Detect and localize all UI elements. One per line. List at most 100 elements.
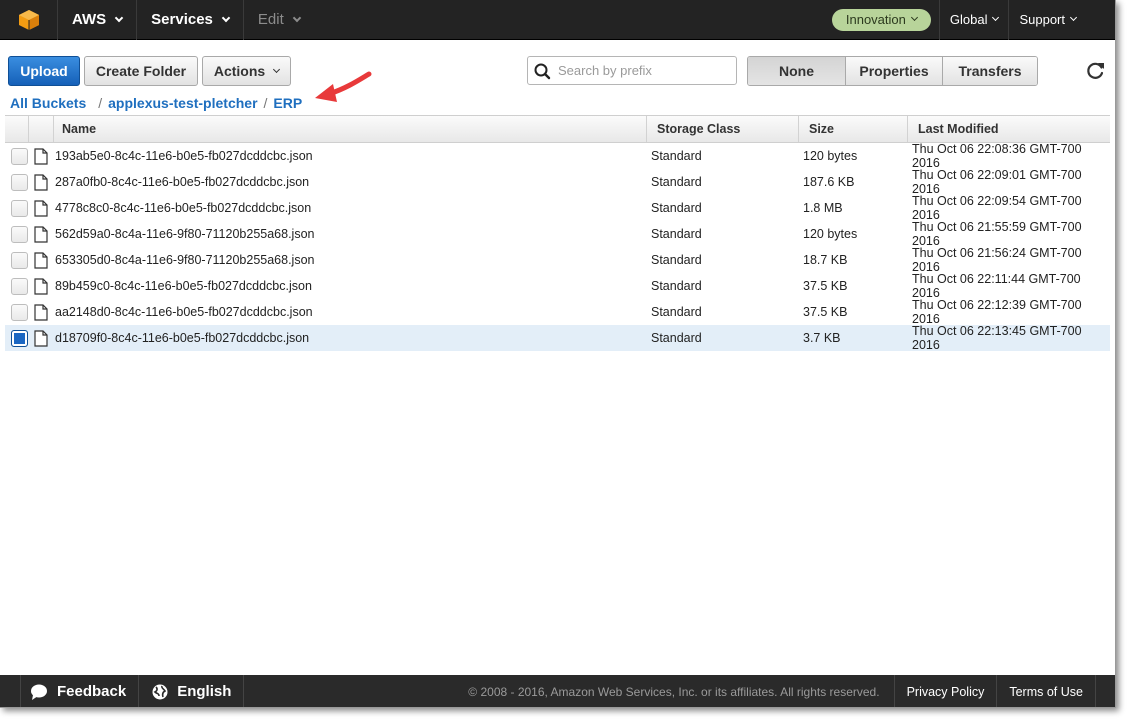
refresh-icon[interactable] [1084, 60, 1106, 82]
table-row[interactable]: 4778c8c0-8c4c-11e6-b0e5-fb027dcddcbc.jso… [5, 194, 1110, 222]
row-checkbox[interactable] [11, 173, 28, 191]
object-size: 18.7 KB [803, 253, 848, 267]
file-icon [33, 199, 48, 217]
storage-class: Standard [651, 227, 702, 241]
services-menu-label: Services [151, 11, 213, 28]
breadcrumb: All Buckets / applexus-test-pletcher / E… [10, 94, 302, 112]
globe-icon [152, 684, 168, 699]
account-label: Innovation [845, 12, 906, 27]
edit-menu[interactable]: Edit [244, 0, 314, 40]
breadcrumb-bucket[interactable]: applexus-test-pletcher [108, 95, 257, 111]
object-name[interactable]: 653305d0-8c4a-11e6-9f80-71120b255a68.jso… [53, 253, 646, 267]
s3-console-window: AWS Services Edit Innovation Global Supp… [0, 0, 1116, 708]
table-row[interactable]: 287a0fb0-8c4c-11e6-b0e5-fb027dcddcbc.jso… [5, 168, 1110, 196]
chevron-down-icon [1069, 13, 1078, 22]
tab-none[interactable]: None [748, 57, 845, 85]
row-checkbox[interactable] [11, 225, 28, 243]
file-icon [33, 147, 48, 165]
last-modified: Thu Oct 06 22:12:39 GMT-700 2016 [912, 298, 1082, 326]
support-menu[interactable]: Support [1008, 0, 1086, 40]
breadcrumb-folder[interactable]: ERP [273, 95, 302, 111]
services-menu[interactable]: Services [137, 0, 244, 40]
tab-properties[interactable]: Properties [845, 57, 942, 85]
storage-class: Standard [651, 201, 702, 215]
annotation-arrow-icon [315, 71, 372, 102]
table-header: Name Storage Class Size Last Modified [5, 115, 1110, 143]
upload-button[interactable]: Upload [8, 56, 80, 86]
chevron-down-icon [114, 13, 124, 22]
table-row[interactable]: 653305d0-8c4a-11e6-9f80-71120b255a68.jso… [5, 246, 1110, 274]
row-checkbox[interactable] [11, 277, 28, 295]
object-name[interactable]: 562d59a0-8c4a-11e6-9f80-71120b255a68.jso… [53, 227, 646, 241]
column-header-name[interactable]: Name [53, 116, 646, 142]
storage-class: Standard [651, 279, 702, 293]
breadcrumb-all-buckets[interactable]: All Buckets [10, 95, 86, 111]
chevron-down-icon [292, 13, 302, 22]
actions-dropdown[interactable]: Actions [202, 56, 291, 86]
create-folder-button[interactable]: Create Folder [84, 56, 198, 86]
table-row[interactable]: 562d59a0-8c4a-11e6-9f80-71120b255a68.jso… [5, 220, 1110, 248]
row-checkbox[interactable] [11, 329, 28, 347]
support-label: Support [1019, 12, 1065, 27]
edit-menu-label: Edit [257, 11, 284, 28]
last-modified: Thu Oct 06 21:55:59 GMT-700 2016 [912, 220, 1082, 248]
object-size: 37.5 KB [803, 279, 848, 293]
row-checkbox[interactable] [11, 147, 28, 165]
object-name[interactable]: 4778c8c0-8c4c-11e6-b0e5-fb027dcddcbc.jso… [53, 201, 646, 215]
table-row[interactable]: aa2148d0-8c4c-11e6-b0e5-fb027dcddcbc.jso… [5, 298, 1110, 326]
row-checkbox[interactable] [11, 303, 28, 321]
objects-table: Name Storage Class Size Last Modified 19… [5, 115, 1110, 352]
feedback-button[interactable]: Feedback [20, 675, 140, 707]
chevron-down-icon [221, 13, 231, 22]
account-menu[interactable]: Innovation [831, 8, 931, 31]
object-name[interactable]: 89b459c0-8c4c-11e6-b0e5-fb027dcddcbc.jso… [53, 279, 646, 293]
tab-transfers[interactable]: Transfers [942, 57, 1037, 85]
object-name[interactable]: d18709f0-8c4c-11e6-b0e5-fb027dcddcbc.jso… [53, 331, 646, 345]
view-tabs: None Properties Transfers [747, 56, 1038, 86]
search-input[interactable] [558, 63, 728, 78]
file-icon [33, 251, 48, 269]
breadcrumb-separator: / [263, 95, 268, 111]
table-body: 193ab5e0-8c4c-11e6-b0e5-fb027dcddcbc.jso… [5, 142, 1110, 352]
object-size: 1.8 MB [803, 201, 843, 215]
row-checkbox[interactable] [11, 251, 28, 269]
object-name[interactable]: 287a0fb0-8c4c-11e6-b0e5-fb027dcddcbc.jso… [53, 175, 646, 189]
storage-class: Standard [651, 149, 702, 163]
file-icon [33, 303, 48, 321]
footer: Feedback English © 2008 - 2016, Amazon W… [0, 675, 1115, 707]
object-size: 3.7 KB [803, 331, 841, 345]
file-icon [33, 173, 48, 191]
column-header-size[interactable]: Size [798, 116, 907, 142]
file-icon [33, 225, 48, 243]
speech-bubble-icon [31, 684, 47, 700]
object-size: 187.6 KB [803, 175, 855, 189]
last-modified: Thu Oct 06 22:08:36 GMT-700 2016 [912, 142, 1082, 170]
storage-class: Standard [651, 175, 702, 189]
search-box[interactable] [527, 56, 737, 85]
column-header-storage-class[interactable]: Storage Class [646, 116, 798, 142]
chevron-down-icon [992, 13, 1000, 22]
language-button[interactable]: English [139, 675, 245, 707]
aws-cube-icon[interactable] [0, 0, 58, 40]
object-name[interactable]: 193ab5e0-8c4c-11e6-b0e5-fb027dcddcbc.jso… [53, 149, 646, 163]
column-header-last-modified[interactable]: Last Modified [907, 116, 1110, 142]
copyright-text: © 2008 - 2016, Amazon Web Services, Inc.… [468, 684, 880, 699]
table-row[interactable]: d18709f0-8c4c-11e6-b0e5-fb027dcddcbc.jso… [5, 324, 1110, 352]
terms-of-use-link[interactable]: Terms of Use [996, 675, 1096, 707]
storage-class: Standard [651, 305, 702, 319]
row-checkbox[interactable] [11, 199, 28, 217]
file-icon [33, 277, 48, 295]
object-size: 37.5 KB [803, 305, 848, 319]
table-row[interactable]: 193ab5e0-8c4c-11e6-b0e5-fb027dcddcbc.jso… [5, 142, 1110, 170]
table-row[interactable]: 89b459c0-8c4c-11e6-b0e5-fb027dcddcbc.jso… [5, 272, 1110, 300]
search-icon [534, 63, 551, 79]
chevron-down-icon [910, 13, 918, 22]
object-name[interactable]: aa2148d0-8c4c-11e6-b0e5-fb027dcddcbc.jso… [53, 305, 646, 319]
privacy-policy-link[interactable]: Privacy Policy [893, 675, 997, 707]
region-menu[interactable]: Global [938, 0, 1009, 40]
aws-menu[interactable]: AWS [58, 0, 138, 40]
feedback-label: Feedback [57, 683, 127, 700]
object-size: 120 bytes [803, 149, 858, 163]
last-modified: Thu Oct 06 22:09:54 GMT-700 2016 [912, 194, 1082, 222]
language-label: English [177, 683, 232, 700]
